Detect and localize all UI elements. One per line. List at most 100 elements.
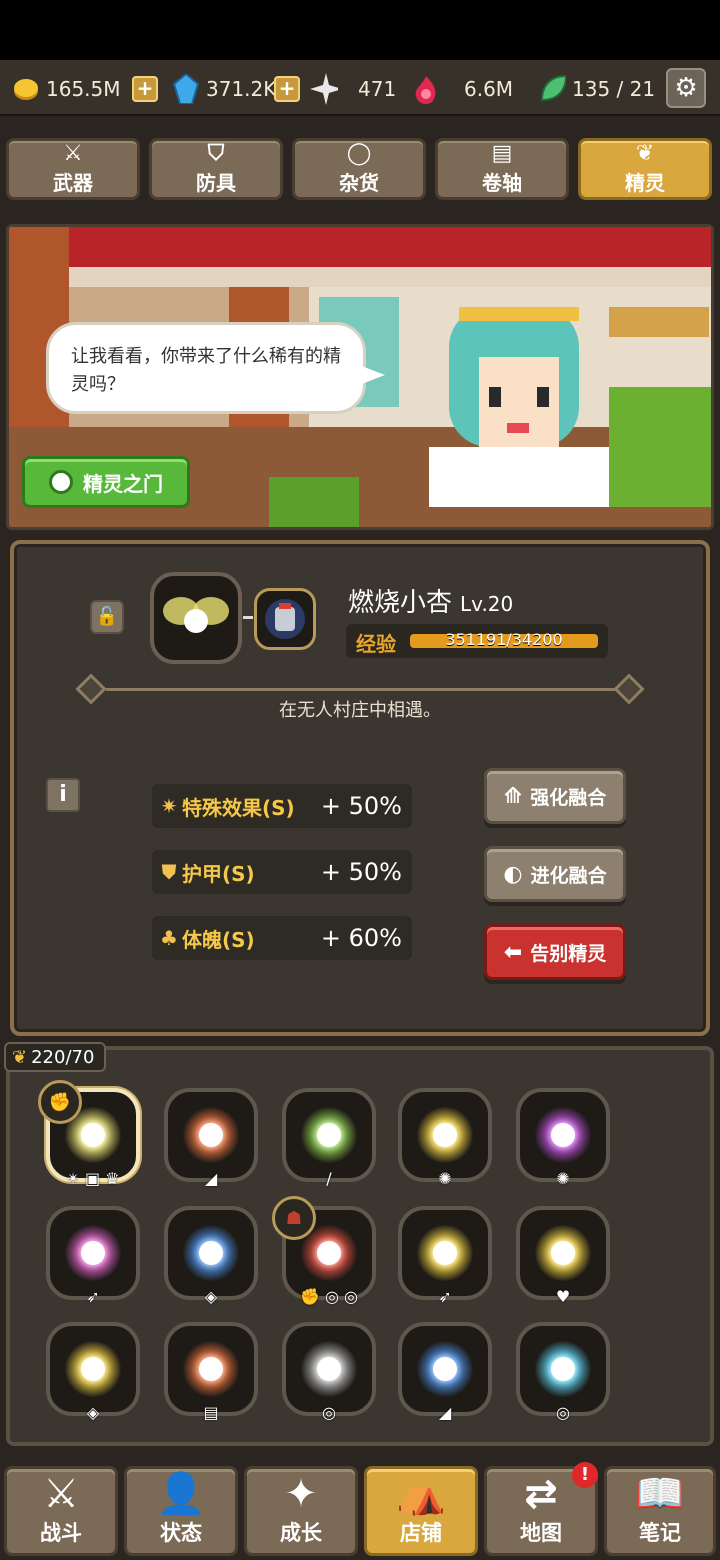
- spirit-slot[interactable]: ◢: [164, 1088, 258, 1188]
- nav-notes[interactable]: 📖 笔记: [604, 1466, 716, 1556]
- status-bar: [0, 0, 720, 60]
- info-icon[interactable]: i: [46, 778, 80, 812]
- star-icon: ✦: [284, 1471, 318, 1517]
- energy-resource: 135 / 21: [538, 70, 655, 108]
- sparkle-icon: ✷: [160, 794, 178, 818]
- settings-gear-icon[interactable]: ⚙: [666, 68, 706, 108]
- fairy-icon: [535, 1341, 591, 1397]
- stat-physique: ♣ 体魄(S) + 60%: [152, 916, 412, 960]
- shield-icon: ⛉: [207, 140, 225, 166]
- spirit-slot[interactable]: ✺: [516, 1088, 610, 1188]
- gauntlet-icon: [265, 599, 305, 639]
- hooded-figure-badge: ☗: [272, 1196, 316, 1240]
- shopkeeper-speech-bubble: 让我看看，你带来了什么稀有的精灵吗？: [46, 322, 385, 414]
- spirit-slot[interactable]: ♥: [516, 1206, 610, 1306]
- slot-skill-icons: ◢: [438, 1403, 452, 1422]
- fairy-icon: [65, 1225, 121, 1281]
- spirit-slot[interactable]: ➶: [398, 1206, 492, 1306]
- wings-icon: ❦: [12, 1046, 28, 1068]
- back-arrow-icon: ⬅: [503, 939, 523, 965]
- add-gold-button[interactable]: +: [132, 70, 158, 108]
- armor-icon: ⛊: [161, 860, 177, 884]
- fairy-icon: [535, 1107, 591, 1163]
- sword-icon: ⚔: [63, 140, 83, 166]
- exp-value: 351191/34200: [445, 630, 563, 649]
- spirit-slot[interactable]: ◎: [282, 1322, 376, 1422]
- star-shard-icon: [310, 73, 338, 105]
- evolve-fusion-button[interactable]: ◐ 进化融合: [484, 846, 626, 902]
- tab-weapons[interactable]: ⚔ 武器: [6, 138, 140, 200]
- fairy-icon: [301, 1341, 357, 1397]
- fairy-icon: [417, 1341, 473, 1397]
- tab-armor[interactable]: ⛉ 防具: [149, 138, 283, 200]
- slot-skill-icons: ◢: [204, 1169, 218, 1188]
- book-icon: 📖: [635, 1471, 685, 1517]
- fairy-icon: [183, 1107, 239, 1163]
- spirit-slot[interactable]: ◢: [398, 1322, 492, 1422]
- fairy-icon: [417, 1225, 473, 1281]
- slot-skill-icons: ◈: [86, 1403, 100, 1422]
- spirit-slot[interactable]: ◈: [164, 1206, 258, 1306]
- spirit-name: 燃烧小杏 Lv.20: [348, 588, 514, 618]
- enhance-fusion-button[interactable]: ⟰ 强化融合: [484, 768, 626, 824]
- tent-icon: ⛺: [396, 1471, 446, 1517]
- farewell-spirit-button[interactable]: ⬅ 告别精灵: [484, 924, 626, 980]
- spirit-slot[interactable]: ➶: [46, 1206, 140, 1306]
- scroll-icon: ▤: [491, 140, 513, 166]
- moon-icon: ◐: [503, 861, 523, 887]
- fairy-icon: [183, 1225, 239, 1281]
- fairy-icon: [417, 1107, 473, 1163]
- slot-skill-icons: ✴ ▣ ♛: [66, 1169, 120, 1188]
- wings-icon: ❦: [635, 140, 655, 166]
- spirit-slot[interactable]: ◎: [516, 1322, 610, 1422]
- slot-skill-icons: ♥: [555, 1287, 571, 1306]
- nav-shop[interactable]: ⛺ 店铺: [364, 1466, 478, 1556]
- tab-goods[interactable]: ◯ 杂货: [292, 138, 426, 200]
- slot-skill-icons: ◎: [322, 1403, 336, 1422]
- spirit-gate-button[interactable]: 精灵之门: [22, 456, 190, 508]
- gem-resource: 371.2K: [172, 70, 276, 108]
- fairy-icon: [535, 1225, 591, 1281]
- double-up-arrow-icon: ⟰: [503, 783, 523, 809]
- tab-scrolls[interactable]: ▤ 卷轴: [435, 138, 569, 200]
- slot-skill-icons: /: [326, 1169, 332, 1188]
- slot-skill-icons: ✺: [556, 1169, 570, 1188]
- essence-resource: 6.6M: [412, 70, 513, 108]
- map-alert-badge: !: [572, 1462, 598, 1488]
- spirit-description: 在无人村庄中相遇。: [279, 700, 441, 721]
- exp-label: 经验: [356, 632, 396, 656]
- fairy-icon: [301, 1107, 357, 1163]
- unlock-icon[interactable]: 🔓: [90, 600, 124, 634]
- slot-skill-icons: ◈: [204, 1287, 218, 1306]
- person-icon: 👤: [156, 1471, 206, 1517]
- stat-special-effect: ✷ 特殊效果(S) + 50%: [152, 784, 412, 828]
- signpost-icon: ⇄: [524, 1471, 558, 1517]
- crossed-swords-icon: ⚔: [43, 1471, 79, 1517]
- spirit-slot[interactable]: ✺: [398, 1088, 492, 1188]
- equipped-gauntlet-badge: ✊: [38, 1080, 82, 1124]
- nav-growth[interactable]: ✦ 成长: [244, 1466, 358, 1556]
- gold-resource: 165.5M: [12, 70, 121, 108]
- yellow-fairy-icon: [163, 597, 229, 633]
- fairy-icon: [65, 1341, 121, 1397]
- divider: [106, 688, 626, 691]
- tab-spirits[interactable]: ❦ 精灵: [578, 138, 712, 200]
- fairy-icon: [183, 1341, 239, 1397]
- slot-skill-icons: ▤: [203, 1403, 219, 1422]
- spirit-level: Lv.20: [460, 592, 514, 616]
- muscle-icon: ♣: [160, 926, 178, 950]
- stat-armor: ⛊ 护甲(S) + 50%: [152, 850, 412, 894]
- hood-icon: ☗: [285, 1207, 303, 1229]
- slot-skill-icons: ✊ ◎ ◎: [299, 1287, 358, 1306]
- spirit-slot[interactable]: ▤: [164, 1322, 258, 1422]
- nav-battle[interactable]: ⚔ 战斗: [4, 1466, 118, 1556]
- nav-status[interactable]: 👤 状态: [124, 1466, 238, 1556]
- selected-spirit-portrait: [150, 572, 242, 664]
- gold-coin-icon: [12, 75, 40, 103]
- spirit-slot[interactable]: ◈: [46, 1322, 140, 1422]
- add-gems-button[interactable]: +: [274, 70, 300, 108]
- spirit-slot[interactable]: /: [282, 1088, 376, 1188]
- gauntlet-icon: ✊: [48, 1091, 72, 1113]
- shard-resource: 471: [310, 70, 396, 108]
- slot-skill-icons: ◎: [556, 1403, 570, 1422]
